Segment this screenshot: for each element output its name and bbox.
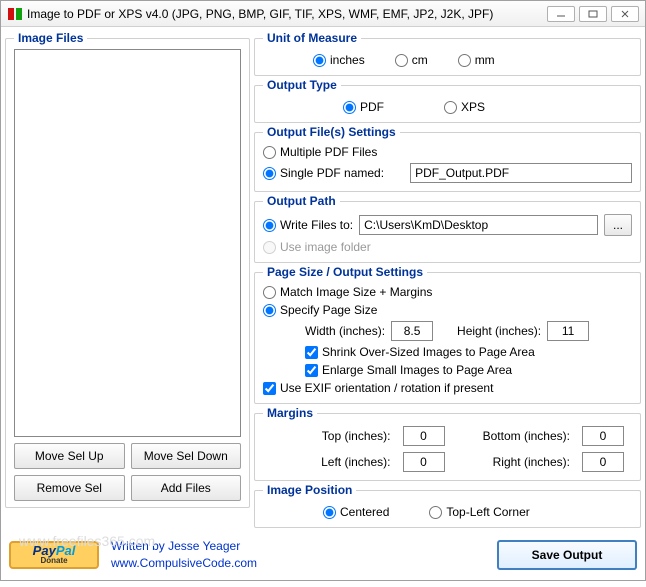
output-type-legend: Output Type [263, 78, 341, 92]
margin-top-input[interactable] [403, 426, 445, 446]
single-pdf-radio[interactable]: Single PDF named: [263, 166, 384, 180]
output-xps-radio[interactable]: XPS [444, 100, 485, 114]
output-path-group: Output Path Write Files to: ... Use imag… [254, 194, 641, 263]
height-input[interactable] [547, 321, 589, 341]
margin-bottom-input[interactable] [582, 426, 624, 446]
margin-bottom-label: Bottom (inches): [465, 429, 571, 443]
margin-left-label: Left (inches): [303, 455, 391, 469]
margins-group: Margins Top (inches): Bottom (inches): L… [254, 406, 641, 481]
move-sel-down-button[interactable]: Move Sel Down [131, 443, 242, 469]
unit-cm-radio[interactable]: cm [395, 53, 428, 67]
height-label: Height (inches): [457, 324, 541, 338]
centered-radio[interactable]: Centered [323, 505, 389, 519]
output-files-legend: Output File(s) Settings [263, 125, 400, 139]
width-label: Width (inches): [305, 324, 385, 338]
multiple-pdf-radio[interactable]: Multiple PDF Files [263, 145, 377, 159]
image-files-group: Image Files Move Sel Up Move Sel Down Re… [5, 31, 250, 508]
shrink-checkbox[interactable]: Shrink Over-Sized Images to Page Area [305, 345, 535, 359]
browse-button[interactable]: ... [604, 214, 632, 236]
margin-top-label: Top (inches): [303, 429, 391, 443]
unit-mm-radio[interactable]: mm [458, 53, 495, 67]
save-output-button[interactable]: Save Output [497, 540, 637, 570]
margin-left-input[interactable] [403, 452, 445, 472]
width-input[interactable] [391, 321, 433, 341]
match-image-radio[interactable]: Match Image Size + Margins [263, 285, 432, 299]
single-pdf-filename-input[interactable] [410, 163, 632, 183]
move-sel-up-button[interactable]: Move Sel Up [14, 443, 125, 469]
window-title: Image to PDF or XPS v4.0 (JPG, PNG, BMP,… [27, 7, 547, 21]
close-button[interactable] [611, 6, 639, 22]
unit-inches-radio[interactable]: inches [313, 53, 365, 67]
margin-right-input[interactable] [582, 452, 624, 472]
minimize-button[interactable] [547, 6, 575, 22]
image-position-group: Image Position Centered Top-Left Corner [254, 483, 641, 528]
maximize-button[interactable] [579, 6, 607, 22]
output-path-legend: Output Path [263, 194, 340, 208]
topleft-radio[interactable]: Top-Left Corner [429, 505, 529, 519]
unit-legend: Unit of Measure [263, 31, 361, 45]
specify-page-radio[interactable]: Specify Page Size [263, 303, 377, 317]
image-files-list[interactable] [14, 49, 241, 437]
page-size-group: Page Size / Output Settings Match Image … [254, 265, 641, 404]
app-icon [7, 6, 23, 22]
title-bar: Image to PDF or XPS v4.0 (JPG, PNG, BMP,… [1, 1, 645, 27]
use-image-folder-radio: Use image folder [263, 240, 371, 254]
image-position-legend: Image Position [263, 483, 356, 497]
credits: Written by Jesse Yeager www.CompulsiveCo… [111, 538, 257, 572]
margin-right-label: Right (inches): [465, 455, 571, 469]
written-by: Written by Jesse Yeager [111, 538, 257, 555]
output-files-group: Output File(s) Settings Multiple PDF Fil… [254, 125, 641, 192]
write-files-radio[interactable]: Write Files to: [263, 218, 353, 232]
exif-checkbox[interactable]: Use EXIF orientation / rotation if prese… [263, 381, 493, 395]
paypal-donate-button[interactable]: PayPal Donate [9, 541, 99, 569]
output-type-group: Output Type PDF XPS [254, 78, 641, 123]
image-files-legend: Image Files [14, 31, 87, 45]
unit-group: Unit of Measure inches cm mm [254, 31, 641, 76]
margins-legend: Margins [263, 406, 317, 420]
website-link[interactable]: www.CompulsiveCode.com [111, 555, 257, 572]
output-pdf-radio[interactable]: PDF [343, 100, 384, 114]
add-files-button[interactable]: Add Files [131, 475, 242, 501]
page-size-legend: Page Size / Output Settings [263, 265, 427, 279]
remove-sel-button[interactable]: Remove Sel [14, 475, 125, 501]
enlarge-checkbox[interactable]: Enlarge Small Images to Page Area [305, 363, 512, 377]
output-path-input[interactable] [359, 215, 598, 235]
